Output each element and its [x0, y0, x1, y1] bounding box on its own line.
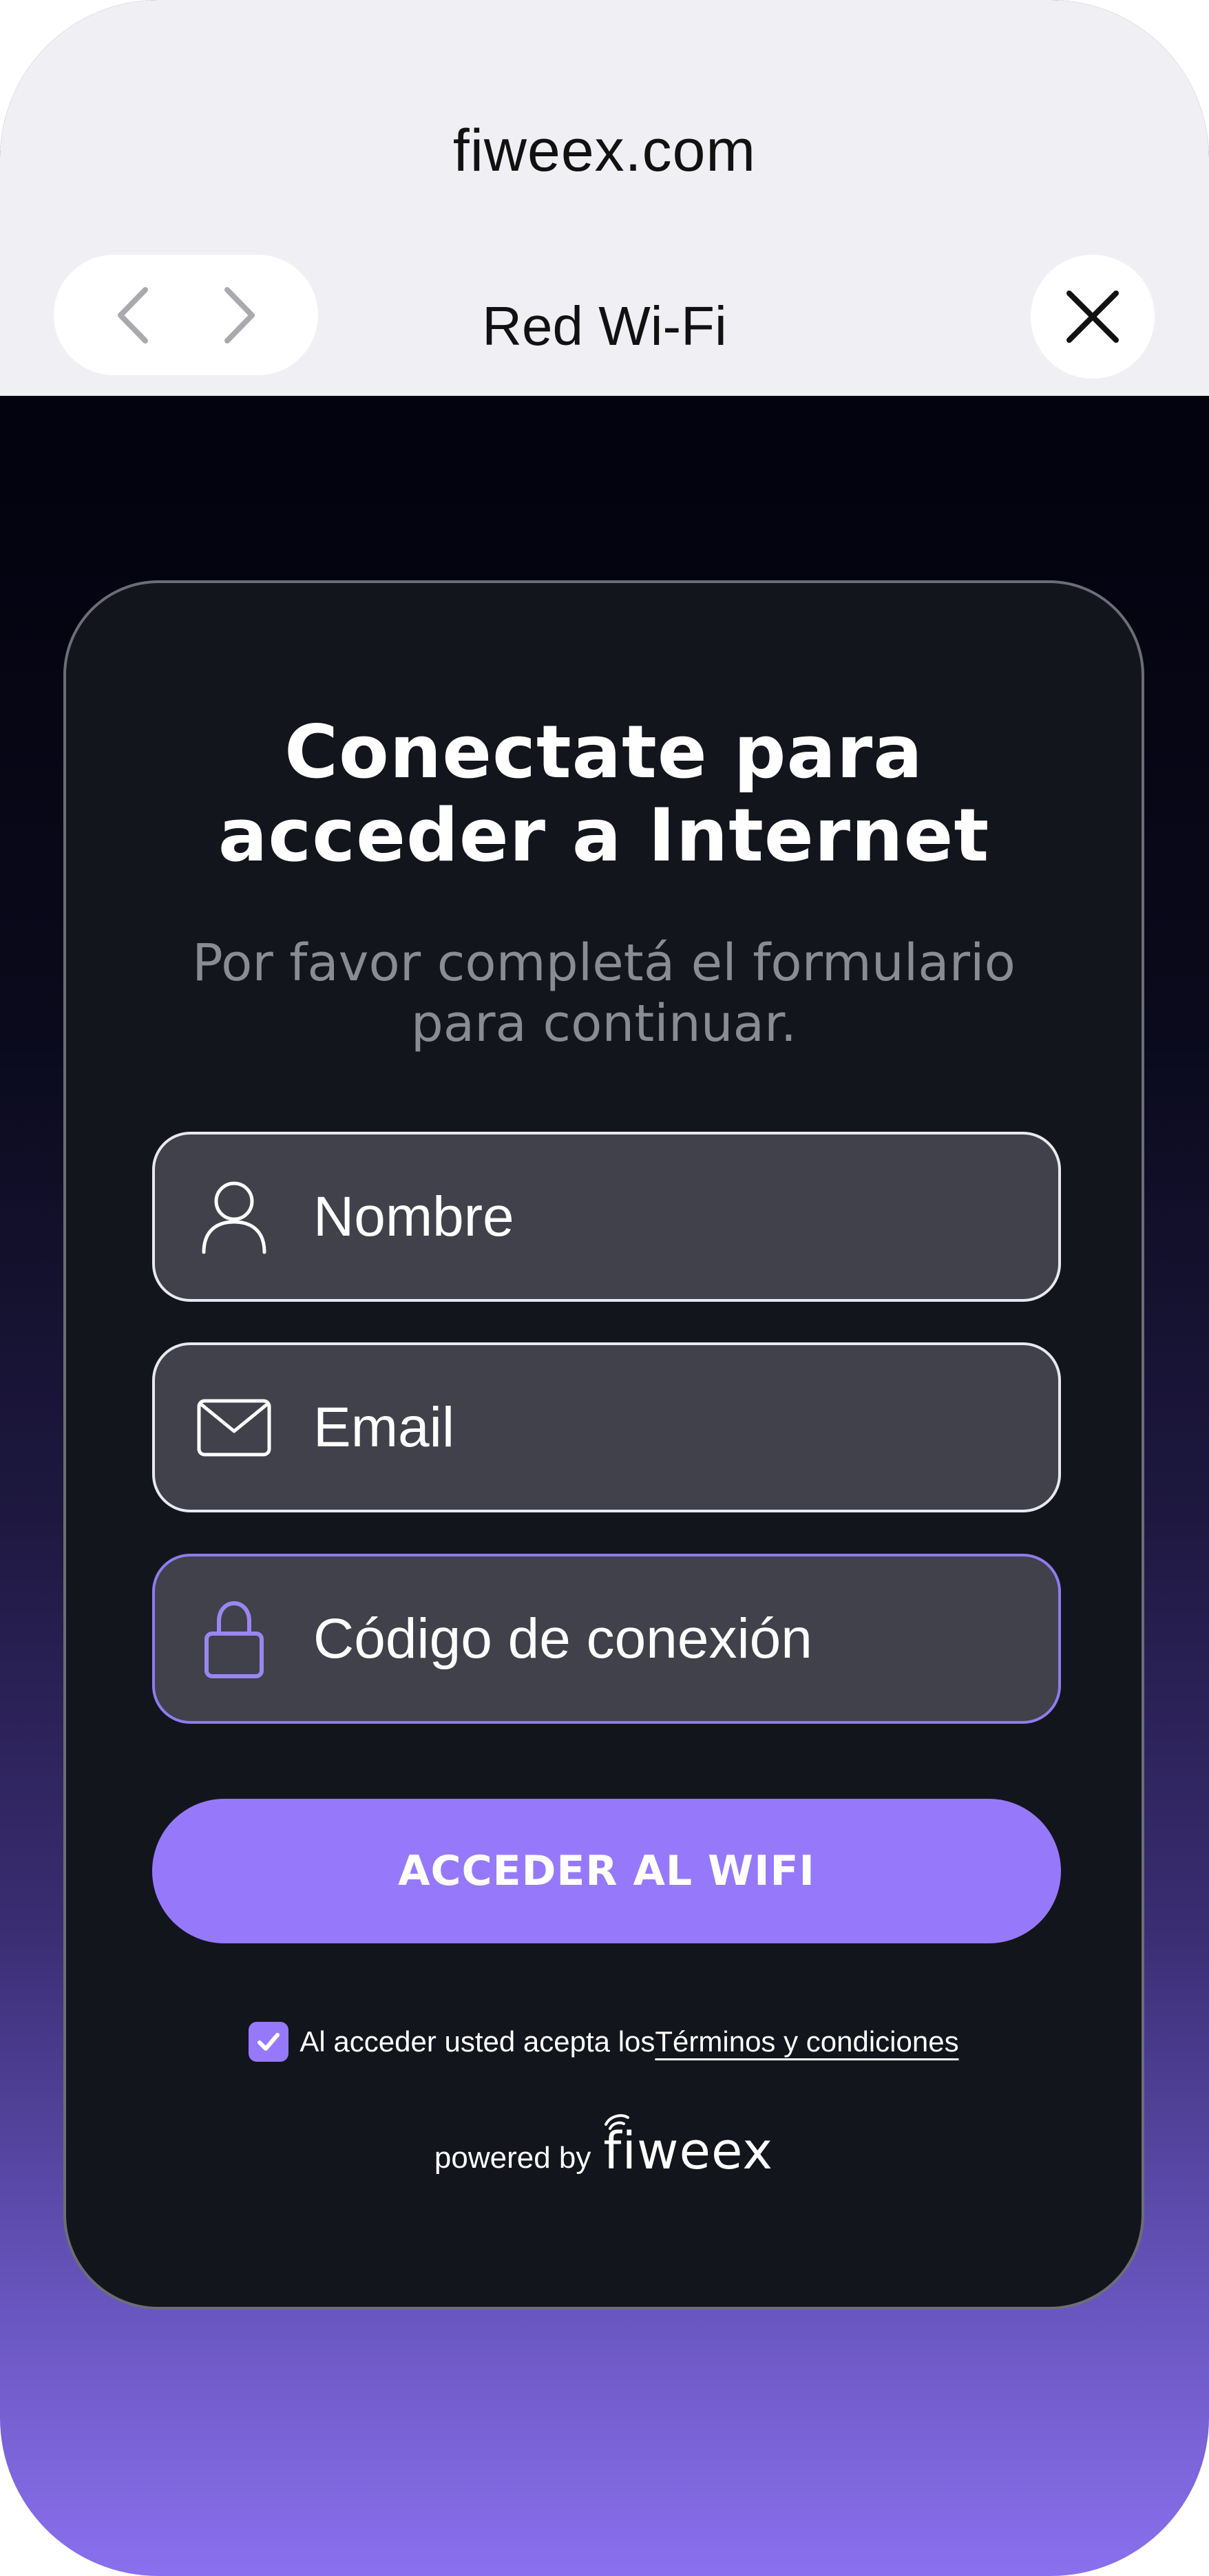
lock-icon — [196, 1598, 272, 1680]
terms-checkbox[interactable] — [249, 2022, 289, 2062]
login-card: Conectate para acceder a Internet Por fa… — [63, 580, 1144, 2310]
url-text: fiweex.com — [452, 118, 757, 184]
powered-by: powered by fiweex — [66, 2114, 1142, 2181]
phone-screen: fiweex.com Red Wi-Fi Conectate para acce… — [0, 0, 1209, 2576]
submit-button[interactable]: ACCEDER AL WIFI — [152, 1799, 1061, 1943]
code-field[interactable] — [152, 1554, 1061, 1724]
check-icon — [257, 2033, 280, 2051]
card-subheading: Por favor completá el formulario para co… — [66, 933, 1142, 1054]
brand-name: fiweex — [603, 2122, 774, 2181]
terms-link[interactable]: Términos y condiciones — [655, 2025, 958, 2058]
wifi-icon — [604, 2114, 630, 2130]
mail-icon — [196, 1386, 272, 1469]
user-icon — [196, 1176, 272, 1258]
terms-text: Al acceder usted acepta los — [299, 2025, 655, 2058]
card-heading-line2: acceder a Internet — [218, 793, 990, 878]
email-input[interactable] — [313, 1345, 1029, 1510]
name-field[interactable] — [152, 1132, 1061, 1302]
card-heading: Conectate para acceder a Internet — [66, 710, 1142, 877]
close-button[interactable] — [1031, 255, 1155, 379]
card-heading-line1: Conectate para — [284, 710, 923, 794]
email-field[interactable] — [152, 1342, 1061, 1512]
card-subheading-line1: Por favor completá el formulario — [192, 933, 1016, 993]
close-icon — [1066, 291, 1119, 343]
browser-bar: fiweex.com Red Wi-Fi — [0, 0, 1209, 396]
powered-by-label: powered by — [434, 2141, 591, 2175]
code-input[interactable] — [313, 1556, 1029, 1721]
page-title: Red Wi-Fi — [482, 295, 727, 357]
brand-logo: fiweex — [603, 2114, 774, 2181]
name-input[interactable] — [313, 1134, 1029, 1299]
card-subheading-line2: para continuar. — [410, 994, 797, 1053]
terms-row: Al acceder usted acepta los Términos y c… — [66, 2022, 1142, 2062]
